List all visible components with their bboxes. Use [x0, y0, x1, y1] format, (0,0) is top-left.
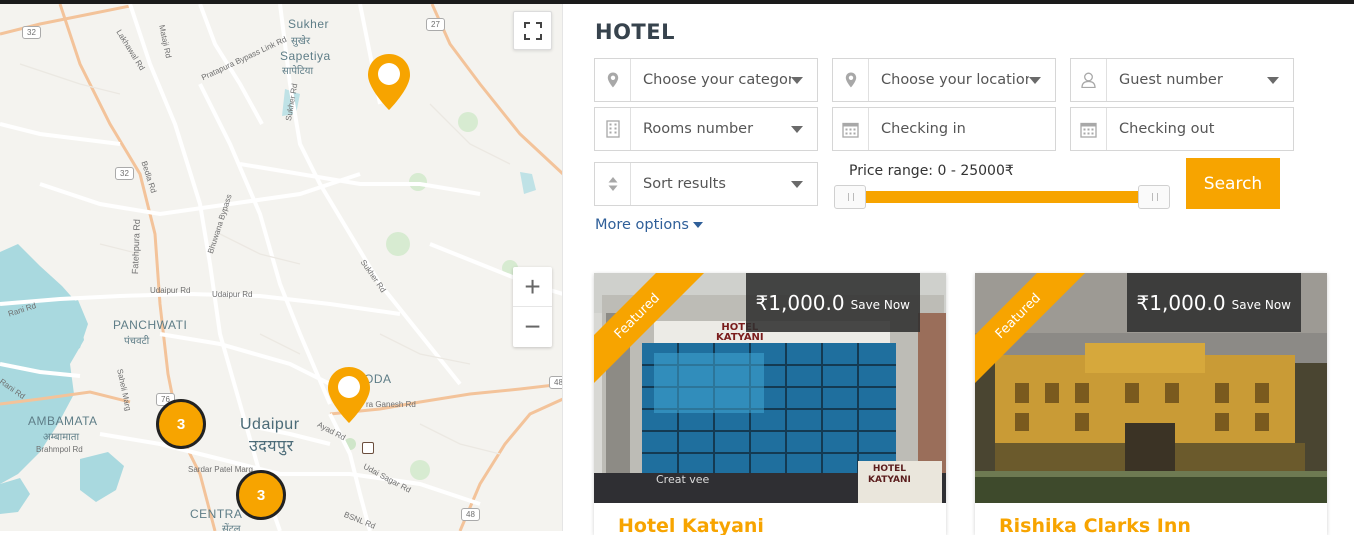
- listing-name[interactable]: Rishika Clarks Inn: [999, 515, 1191, 535]
- price-max-handle[interactable]: [1138, 185, 1170, 209]
- sort-select[interactable]: Sort results: [594, 162, 818, 206]
- map-label-ambamata-hi: अम्बामाता: [43, 432, 80, 443]
- map-label-panchwati: PANCHWATI: [113, 318, 188, 332]
- location-select[interactable]: Choose your location: [832, 58, 1056, 102]
- guest-select[interactable]: Guest number: [1070, 58, 1294, 102]
- price-amount: ₹1,000.0: [1136, 290, 1226, 315]
- price-tag: ₹1,000.0 Save Now: [1126, 273, 1301, 332]
- page: Sukher सुखेर Sapetiya सापेटिया PANCHWATI…: [0, 0, 1354, 535]
- calendar-icon: [833, 108, 869, 150]
- listing-name[interactable]: Hotel Katyani: [618, 515, 764, 535]
- highway-shield-48b: 48: [461, 508, 480, 521]
- highway-shield-48: 48: [549, 376, 562, 389]
- map-road-brahmpol: Brahmpol Rd: [36, 445, 83, 454]
- chevron-down-icon: [791, 180, 803, 188]
- zoom-in-button[interactable]: +: [513, 267, 552, 307]
- map[interactable]: Sukher सुखेर Sapetiya सापेटिया PANCHWATI…: [0, 4, 563, 531]
- guest-value: Guest number: [1119, 72, 1223, 88]
- chevron-down-icon: [1267, 76, 1279, 84]
- price-amount: ₹1,000.0: [755, 290, 845, 315]
- price-min-handle[interactable]: [834, 185, 866, 209]
- fullscreen-button[interactable]: [513, 11, 552, 50]
- map-label-centra: CENTRA: [190, 507, 243, 521]
- fullscreen-icon: [523, 21, 542, 40]
- location-value: Choose your location: [881, 72, 1029, 88]
- shop-sign: Creat vee: [656, 473, 710, 486]
- checkout-value: Checking out: [1119, 121, 1215, 137]
- map-label-sapetiya-hi: सापेटिया: [282, 66, 314, 77]
- zoom-out-button[interactable]: −: [513, 307, 552, 347]
- checkin-value: Checking in: [881, 121, 966, 137]
- poi-icon: [362, 442, 374, 454]
- map-label-sapetiya: Sapetiya: [280, 49, 331, 63]
- map-label-centra-hi: सेंट्रल: [222, 524, 241, 531]
- map-label-sukher: Sukher: [288, 17, 330, 31]
- map-road-sardar-patel: Sardar Patel Marg: [188, 465, 253, 474]
- hotel-sign-lower: HOTEL KATYANI: [868, 464, 911, 485]
- map-label-udaipur: Udaipur: [240, 416, 300, 433]
- chevron-down-icon: [1029, 76, 1041, 84]
- calendar-icon: [1071, 108, 1107, 150]
- map-pin-icon: [595, 59, 631, 101]
- map-label-udaipur-hi: उदयपुर: [249, 438, 294, 455]
- map-marker-pin[interactable]: [366, 52, 412, 112]
- save-now-label: Save Now: [850, 297, 910, 312]
- price-tag: ₹1,000.0 Save Now: [745, 273, 920, 332]
- highway-shield-32b: 32: [115, 167, 134, 180]
- zoom-controls: + −: [513, 267, 552, 347]
- page-title: HOTEL: [595, 20, 675, 44]
- search-button[interactable]: Search: [1186, 158, 1280, 209]
- caret-down-icon: [692, 222, 703, 228]
- rooms-value: Rooms number: [643, 121, 754, 137]
- map-road-ganesh: ra Ganesh Rd: [366, 400, 416, 409]
- price-range-track: [849, 191, 1153, 203]
- category-select[interactable]: Choose your category: [594, 58, 818, 102]
- save-now-label: Save Now: [1231, 297, 1291, 312]
- highway-shield-32: 32: [22, 26, 41, 39]
- building-icon: [595, 108, 631, 150]
- category-value: Choose your category: [643, 72, 791, 88]
- chevron-down-icon: [791, 76, 803, 84]
- sort-icon: [595, 163, 631, 205]
- more-options-label: More options: [595, 217, 689, 233]
- map-pin-icon: [833, 59, 869, 101]
- chevron-down-icon: [791, 125, 803, 133]
- price-range-label: Price range: 0 - 25000₹: [849, 163, 1014, 179]
- map-cluster[interactable]: 3: [156, 399, 206, 449]
- map-marker-pin[interactable]: [326, 365, 372, 425]
- highway-shield-27: 27: [426, 18, 445, 31]
- map-road-fatehpura: Fatehpura Rd: [130, 218, 142, 275]
- listing-card[interactable]: Featured ₹1,000.0 Save Now Rishika Clark…: [975, 273, 1327, 535]
- map-cluster[interactable]: 3: [236, 470, 286, 520]
- listing-card[interactable]: HOTEL KATYANI HOTEL KATYANI Creat vee Fe…: [594, 273, 946, 535]
- map-road-udaipur2: Udaipur Rd: [212, 290, 253, 299]
- checkout-input[interactable]: Checking out: [1070, 107, 1294, 151]
- sort-value: Sort results: [643, 176, 726, 192]
- map-road-udaipur1: Udaipur Rd: [150, 286, 191, 295]
- map-label-panchwati-hi: पंचवटी: [124, 336, 150, 347]
- map-label-ambamata: AMBAMATA: [28, 414, 98, 428]
- more-options-link[interactable]: More options: [595, 217, 703, 233]
- map-label-sukher-hi: सुखेर: [291, 36, 311, 47]
- checkin-input[interactable]: Checking in: [832, 107, 1056, 151]
- rooms-select[interactable]: Rooms number: [594, 107, 818, 151]
- user-icon: [1071, 59, 1107, 101]
